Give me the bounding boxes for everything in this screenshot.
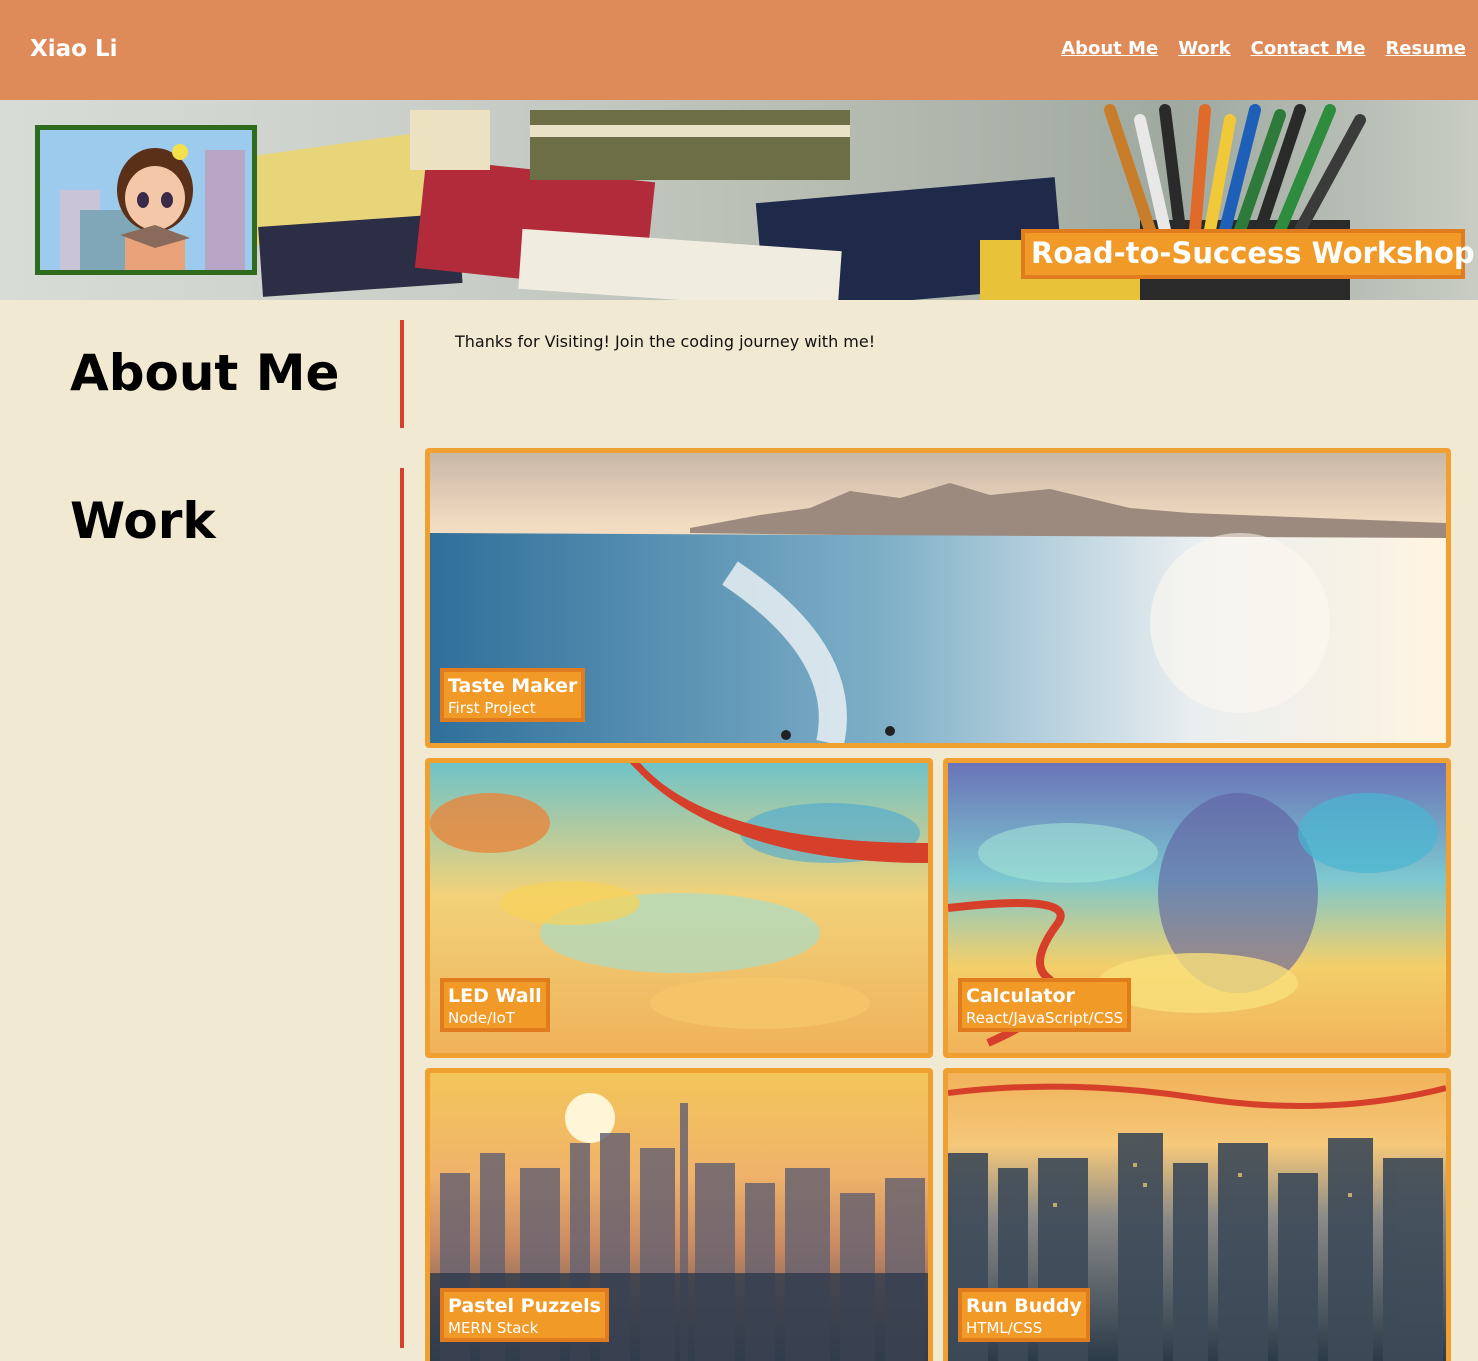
project-title: Taste Maker — [448, 675, 578, 697]
project-label-led-wall: LED Wall Node/IoT — [440, 978, 550, 1032]
main-nav: About Me Work Contact Me Resume — [1061, 38, 1466, 59]
project-subtitle: HTML/CSS — [966, 1319, 1043, 1337]
project-title: LED Wall — [448, 985, 542, 1007]
about-me-heading: About Me — [70, 344, 340, 402]
project-card-run-buddy[interactable]: Run Buddy HTML/CSS — [943, 1068, 1451, 1361]
project-title: Pastel Puzzels — [448, 1295, 601, 1317]
project-card-led-wall[interactable]: LED Wall Node/IoT — [425, 758, 933, 1058]
project-label-run-buddy: Run Buddy HTML/CSS — [958, 1288, 1090, 1342]
project-subtitle: MERN Stack — [448, 1319, 539, 1337]
project-label-calculator: Calculator React/JavaScript/CSS — [958, 978, 1132, 1032]
about-divider — [400, 320, 404, 428]
project-title: Run Buddy — [966, 1295, 1082, 1317]
profile-avatar — [35, 125, 257, 275]
project-label-taste-maker: Taste Maker First Project — [440, 668, 586, 722]
work-divider — [400, 468, 404, 1348]
nav-link-contact-me[interactable]: Contact Me — [1251, 38, 1366, 59]
nav-link-about-me[interactable]: About Me — [1061, 38, 1158, 59]
project-card-calculator[interactable]: Calculator React/JavaScript/CSS — [943, 758, 1451, 1058]
nav-link-resume[interactable]: Resume — [1385, 38, 1466, 59]
project-card-pastel-puzzels[interactable]: Pastel Puzzels MERN Stack — [425, 1068, 933, 1361]
nav-link-work[interactable]: Work — [1178, 38, 1230, 59]
about-me-text: Thanks for Visiting! Join the coding jou… — [455, 332, 876, 351]
site-header: Xiao Li About Me Work Contact Me Resume — [0, 0, 1478, 100]
project-subtitle: React/JavaScript/CSS — [966, 1009, 1124, 1027]
workshop-banner: Road-to-Success Workshop — [1021, 229, 1475, 279]
work-heading: Work — [70, 492, 216, 550]
project-subtitle: First Project — [448, 699, 536, 717]
project-card-taste-maker[interactable]: Taste Maker First Project — [425, 448, 1451, 748]
site-brand[interactable]: Xiao Li — [30, 36, 118, 62]
project-title: Calculator — [966, 985, 1075, 1007]
project-label-pastel-puzzels: Pastel Puzzels MERN Stack — [440, 1288, 609, 1342]
project-subtitle: Node/IoT — [448, 1009, 515, 1027]
